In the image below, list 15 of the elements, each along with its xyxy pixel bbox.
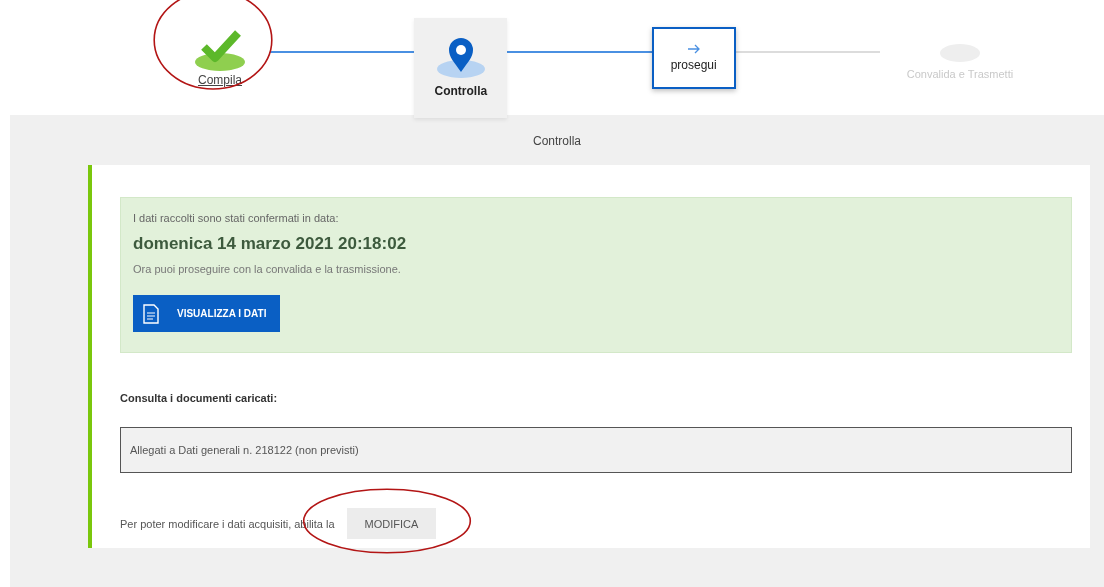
location-pin-icon [435,37,486,78]
confirmation-text: I dati raccolti sono stati confermati in data: [133,212,340,224]
modify-button[interactable]: MODIFICA [346,508,437,539]
document-item[interactable]: Allegati a Dati generali n. 218122 (non previsti) [120,427,1072,473]
documents-label: Consulta i documenti caricati: [120,392,279,404]
check-icon [194,28,246,71]
confirmation-date: domenica 14 marzo 2021 20:18:02 [133,234,408,254]
continue-button[interactable]: prosegui [651,26,736,89]
info-text: Ora puoi proseguire con la convalida e la trasmissione. [133,263,402,275]
arrow-right-icon [686,43,701,54]
view-data-button[interactable]: VISUALIZZA I DATI [133,295,281,332]
step-tab[interactable]: Controlla [414,17,508,118]
step-link[interactable]: Compila [198,72,242,87]
document-icon [143,303,159,324]
panel-title: Controlla [532,133,582,150]
